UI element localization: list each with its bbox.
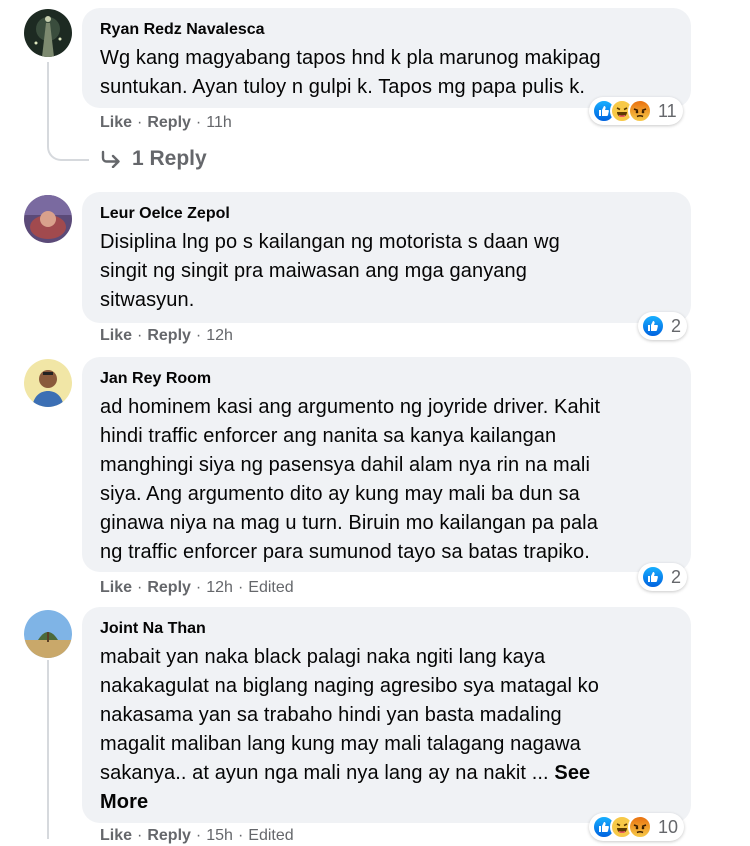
comment-bubble: Leur Oelce Zepol Disiplina lng po s kail… xyxy=(82,192,691,323)
comment-line: singit ng singit pra maiwasan ang mga ga… xyxy=(100,260,527,282)
like-button[interactable]: Like xyxy=(100,579,132,596)
comment-timestamp[interactable]: 12h xyxy=(206,579,233,596)
comment-line: manghingi siya ng pasensya dahil alam ny… xyxy=(100,454,591,476)
avatar-photo-icon xyxy=(24,9,72,57)
thread-line xyxy=(47,660,49,839)
view-replies-link[interactable]: 1 Reply xyxy=(100,147,207,171)
comment-line: Wg kang magyabang tapos hnd k pla maruno… xyxy=(100,47,601,69)
replies-count-label: 1 Reply xyxy=(132,147,207,170)
reaction-count: 2 xyxy=(671,315,682,336)
comment-line: Disiplina lng po s kailangan ng motorist… xyxy=(100,231,560,253)
reaction-summary[interactable]: 2 xyxy=(638,312,688,340)
comment-text: Wg kang magyabang tapos hnd k pla maruno… xyxy=(100,44,673,102)
angry-icon xyxy=(628,815,652,839)
avatar-photo-icon xyxy=(24,359,72,407)
like-button[interactable]: Like xyxy=(100,114,132,131)
comment-text: Disiplina lng po s kailangan ng motorist… xyxy=(100,228,673,315)
avatar[interactable] xyxy=(24,610,72,658)
comment-actions: Like · Reply · 11h xyxy=(100,114,232,131)
comment-timestamp[interactable]: 11h xyxy=(206,114,232,131)
comment-bubble: Joint Na Than mabait yan naka black pala… xyxy=(82,607,691,823)
avatar-photo-icon xyxy=(24,610,72,658)
comment-line: mabait yan naka black palagi naka ngiti … xyxy=(100,646,546,668)
like-button[interactable]: Like xyxy=(100,827,132,844)
avatar-photo-icon xyxy=(24,195,72,243)
reply-button[interactable]: Reply xyxy=(147,327,191,344)
thread-line xyxy=(47,62,49,136)
reaction-count: 2 xyxy=(671,566,682,587)
comment-author[interactable]: Jan Rey Room xyxy=(100,369,673,389)
reaction-count: 11 xyxy=(658,100,677,121)
comment-line: nakakagulat na biglang naging agresibo s… xyxy=(100,675,599,697)
edited-label: Edited xyxy=(248,579,294,596)
reply-button[interactable]: Reply xyxy=(147,579,191,596)
comment-bubble: Ryan Redz Navalesca Wg kang magyabang ta… xyxy=(82,8,691,108)
reaction-summary[interactable]: 2 xyxy=(638,563,688,591)
comment-line: suntukan. Ayan tuloy n gulpi k. Tapos mg… xyxy=(100,76,585,98)
reply-button[interactable]: Reply xyxy=(147,114,191,131)
comment-line: hindi traffic enforcer ang nanita sa kan… xyxy=(100,425,557,447)
thread-connector xyxy=(47,135,89,161)
like-button[interactable]: Like xyxy=(100,327,132,344)
comment-line-text: sakanya.. at ayun nga mali nya lang ay n… xyxy=(100,762,549,784)
reaction-summary[interactable]: 10 xyxy=(589,813,685,841)
comment-line: ginawa niya na mag u turn. Biruin mo kai… xyxy=(100,512,598,534)
comment-bubble: Jan Rey Room ad hominem kasi ang argumen… xyxy=(82,357,691,572)
angry-icon xyxy=(628,99,652,123)
comment-actions: Like · Reply · 15h · Edited xyxy=(100,827,294,844)
avatar[interactable] xyxy=(24,195,72,243)
like-icon xyxy=(641,314,665,338)
reaction-count: 10 xyxy=(658,816,679,837)
comment-line: sitwasyun. xyxy=(100,289,195,311)
reply-arrow-icon xyxy=(101,150,120,168)
comment-line: ad hominem kasi ang argumento ng joyride… xyxy=(100,396,601,418)
comment-timestamp[interactable]: 12h xyxy=(206,327,233,344)
edited-label: Edited xyxy=(248,827,294,844)
reply-button[interactable]: Reply xyxy=(147,827,191,844)
comment-actions: Like · Reply · 12h · Edited xyxy=(100,579,294,596)
comment-line: siya. Ang argumento dito ay kung may mal… xyxy=(100,483,580,505)
comment-text: mabait yan naka black palagi naka ngiti … xyxy=(100,643,673,817)
like-icon xyxy=(641,565,665,589)
see-more-link-continued[interactable]: More xyxy=(100,788,673,817)
comment-author[interactable]: Ryan Redz Navalesca xyxy=(100,20,673,40)
comment-author[interactable]: Joint Na Than xyxy=(100,619,673,639)
comment-line: magalit maliban lang kung may mali talag… xyxy=(100,733,581,755)
comment-timestamp[interactable]: 15h xyxy=(206,827,233,844)
comment-actions: Like · Reply · 12h xyxy=(100,327,233,344)
see-more-link[interactable]: See xyxy=(554,762,590,784)
avatar[interactable] xyxy=(24,359,72,407)
reaction-summary[interactable]: 11 xyxy=(589,97,683,125)
comment-author[interactable]: Leur Oelce Zepol xyxy=(100,204,673,224)
comment-line: ng traffic enforcer para sumunod tayo sa… xyxy=(100,541,590,563)
comment-text: ad hominem kasi ang argumento ng joyride… xyxy=(100,393,673,567)
comment-line: nakasama yan sa trabaho hindi yan basta … xyxy=(100,704,562,726)
avatar[interactable] xyxy=(24,9,72,57)
comment-line: sakanya.. at ayun nga mali nya lang ay n… xyxy=(100,759,673,788)
